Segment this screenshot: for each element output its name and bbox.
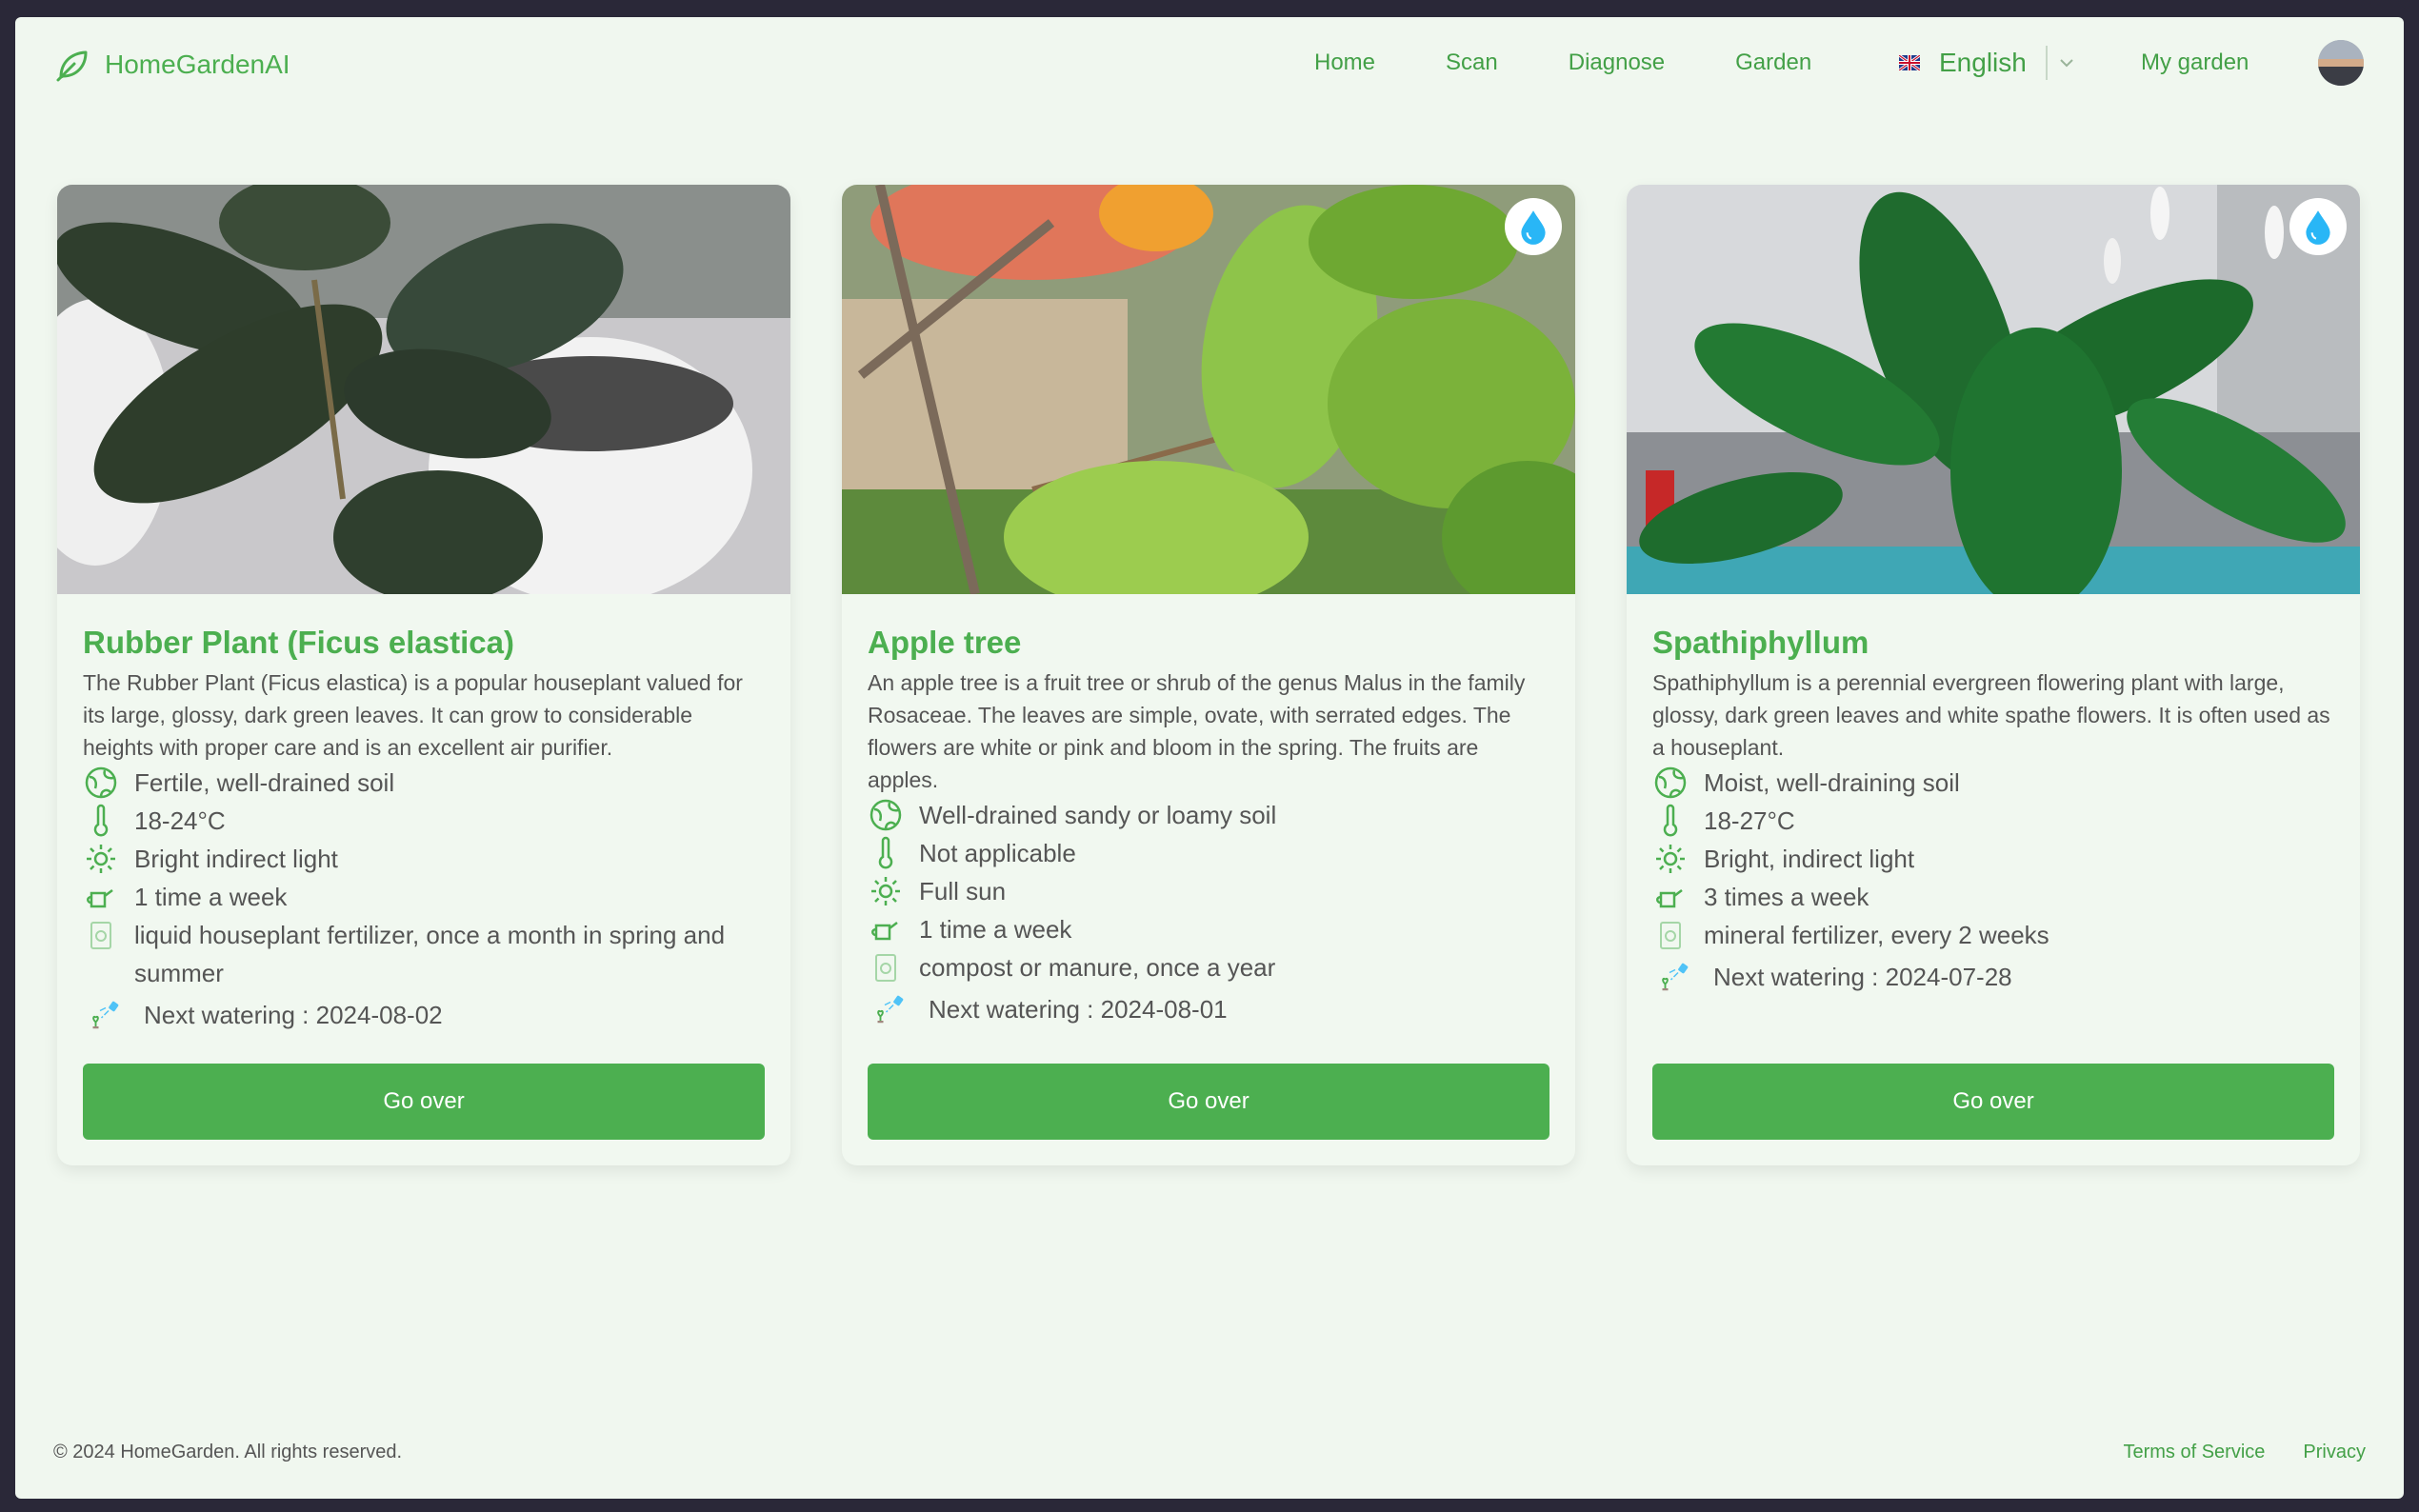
fertilizer-row: mineral fertilizer, every 2 weeks [1652, 916, 2334, 954]
temperature-row: 18-27°C [1652, 802, 2334, 840]
nav-links: Home Scan Diagnose Garden [1314, 50, 1811, 76]
next-watering-row: Next watering : 2024-08-02 [83, 996, 765, 1034]
fertilizer-text: compost or manure, once a year [919, 953, 1276, 982]
sprinkler-plant-icon [83, 996, 129, 1034]
plant-card: Apple tree An apple tree is a fruit tree… [842, 185, 1575, 1165]
water-drop-icon [1521, 210, 1546, 245]
next-watering-text: Next watering : 2024-08-01 [929, 995, 1228, 1024]
sprinkler-plant-icon [868, 990, 913, 1028]
app-window: HomeGardenAI Home Scan Diagnose Garden E… [15, 17, 2404, 1499]
nav-diagnose[interactable]: Diagnose [1569, 50, 1665, 76]
globe-icon [1652, 764, 1689, 802]
plant-title: Spathiphyllum [1652, 625, 1869, 660]
next-watering-text: Next watering : 2024-07-28 [1713, 963, 2012, 991]
brand-name: HomeGardenAI [105, 50, 290, 79]
watering-row: 1 time a week [868, 910, 1549, 948]
plant-card: Rubber Plant (Ficus elastica) The Rubber… [57, 185, 790, 1165]
fertilizer-bag-icon [868, 948, 904, 986]
watering-text: 1 time a week [134, 883, 288, 911]
soil-text: Moist, well-draining soil [1704, 768, 1960, 797]
next-watering-text: Next watering : 2024-08-02 [144, 1001, 443, 1029]
watering-text: 1 time a week [919, 915, 1072, 944]
next-watering-row: Next watering : 2024-07-28 [1652, 958, 2334, 996]
watering-text: 3 times a week [1704, 883, 1869, 911]
thermometer-icon [83, 802, 119, 840]
language-label: English [1939, 46, 2048, 80]
watering-can-icon [868, 910, 904, 948]
plant-title: Rubber Plant (Ficus elastica) [83, 625, 514, 660]
fertilizer-bag-icon [1652, 916, 1689, 954]
watering-row: 3 times a week [1652, 878, 2334, 916]
watering-can-icon [83, 878, 119, 916]
temperature-row: 18-24°C [83, 802, 765, 840]
temperature-text: 18-27°C [1704, 806, 1795, 835]
plant-photo [1627, 185, 2360, 594]
uk-flag-icon [1899, 55, 1920, 70]
plant-description: The Rubber Plant (Ficus elastica) is a p… [83, 670, 743, 760]
fertilizer-row: liquid houseplant fertilizer, once a mon… [83, 916, 765, 992]
watering-can-icon [1652, 878, 1689, 916]
sprinkler-plant-icon [1652, 958, 1698, 996]
sun-icon [83, 840, 119, 878]
light-row: Bright indirect light [83, 840, 765, 878]
top-navbar: HomeGardenAI Home Scan Diagnose Garden E… [15, 17, 2404, 112]
light-text: Full sun [919, 877, 1007, 905]
soil-text: Well-drained sandy or loamy soil [919, 801, 1277, 829]
fertilizer-bag-icon [83, 916, 119, 954]
avatar[interactable] [2318, 40, 2364, 86]
soil-text: Fertile, well-drained soil [134, 768, 395, 797]
language-selector[interactable]: English [1899, 44, 2086, 82]
plant-card: Spathiphyllum Spathiphyllum is a perenni… [1627, 185, 2360, 1165]
footer-links: Terms of Service Privacy [2123, 1442, 2366, 1463]
thermometer-icon [868, 834, 904, 872]
temperature-row: Not applicable [868, 834, 1549, 872]
soil-row: Moist, well-draining soil [1652, 764, 2334, 802]
copyright-text: © 2024 HomeGarden. All rights reserved. [53, 1442, 403, 1462]
light-text: Bright indirect light [134, 845, 338, 873]
water-drop-icon [2306, 210, 2330, 245]
fertilizer-text: mineral fertilizer, every 2 weeks [1704, 921, 2049, 949]
nav-home[interactable]: Home [1314, 50, 1375, 76]
light-row: Full sun [868, 872, 1549, 910]
nav-scan[interactable]: Scan [1446, 50, 1498, 76]
leaf-logo-icon [56, 50, 88, 82]
plant-photo [57, 185, 790, 594]
plant-description: Spathiphyllum is a perennial evergreen f… [1652, 670, 2330, 760]
sun-icon [868, 872, 904, 910]
go-over-button[interactable]: Go over [868, 1064, 1549, 1140]
plant-title: Apple tree [868, 625, 1022, 660]
soil-row: Well-drained sandy or loamy soil [868, 796, 1549, 834]
my-garden-link[interactable]: My garden [2141, 50, 2249, 76]
go-over-button[interactable]: Go over [83, 1064, 765, 1140]
plant-photo [842, 185, 1575, 594]
footer: © 2024 HomeGarden. All rights reserved. … [53, 1434, 2366, 1472]
water-needed-badge[interactable] [2289, 198, 2347, 255]
next-watering-row: Next watering : 2024-08-01 [868, 990, 1549, 1028]
watering-row: 1 time a week [83, 878, 765, 916]
fertilizer-text: liquid houseplant fertilizer, once a mon… [134, 921, 726, 987]
globe-icon [83, 764, 119, 802]
light-row: Bright, indirect light [1652, 840, 2334, 878]
water-needed-badge[interactable] [1505, 198, 1562, 255]
thermometer-icon [1652, 802, 1689, 840]
sun-icon [1652, 840, 1689, 878]
temperature-text: Not applicable [919, 839, 1076, 867]
soil-row: Fertile, well-drained soil [83, 764, 765, 802]
fertilizer-row: compost or manure, once a year [868, 948, 1549, 986]
chevron-down-icon[interactable] [2048, 46, 2086, 80]
go-over-button[interactable]: Go over [1652, 1064, 2334, 1140]
light-text: Bright, indirect light [1704, 845, 1915, 873]
privacy-link[interactable]: Privacy [2303, 1442, 2366, 1463]
plant-description: An apple tree is a fruit tree or shrub o… [868, 670, 1526, 792]
temperature-text: 18-24°C [134, 806, 226, 835]
globe-icon [868, 796, 904, 834]
nav-garden[interactable]: Garden [1735, 50, 1811, 76]
brand[interactable]: HomeGardenAI [53, 46, 290, 84]
terms-link[interactable]: Terms of Service [2123, 1442, 2265, 1463]
